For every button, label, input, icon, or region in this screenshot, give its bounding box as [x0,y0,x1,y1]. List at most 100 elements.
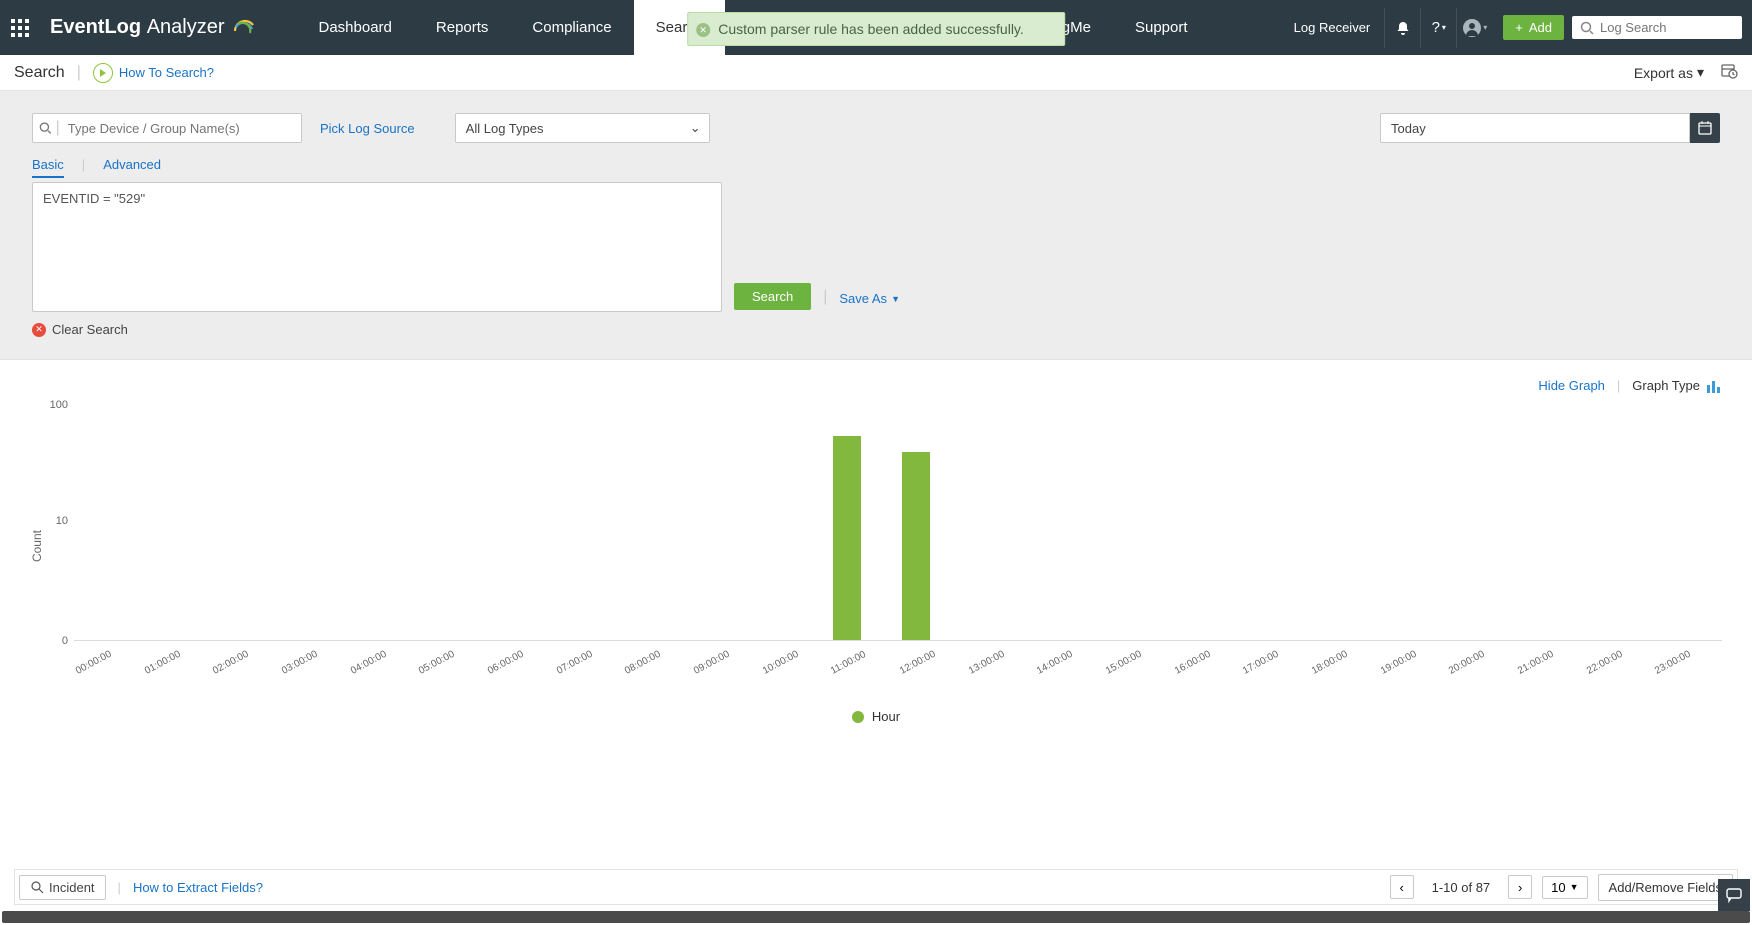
chevron-down-icon: ⌄ [690,120,701,136]
app-logo[interactable]: EventLog Analyzer [40,15,267,41]
y-tick: 100 [50,399,68,411]
toast-message: Custom parser rule has been added succes… [718,21,1024,37]
x-tick: 16:00:00 [1173,635,1239,677]
device-input[interactable] [64,121,295,136]
schedule-icon[interactable] [1720,61,1738,84]
y-axis: 0 10 100 [44,401,74,691]
x-tick: 07:00:00 [555,635,621,677]
plus-icon: + [1515,20,1523,35]
x-tick: 23:00:00 [1653,635,1719,677]
search-button[interactable]: Search [734,283,811,310]
play-icon[interactable] [93,63,113,83]
export-as-dropdown[interactable]: Export as▾ [1634,64,1704,81]
chart-bar[interactable] [902,452,930,640]
log-type-select[interactable]: All Log Types ⌄ [455,113,710,143]
query-input[interactable] [32,182,722,312]
graph-type-dropdown[interactable]: Graph Type [1632,378,1722,393]
legend-marker-icon [852,711,864,723]
chevron-right-icon: › [1518,880,1522,895]
pick-log-source-link[interactable]: Pick Log Source [320,121,415,136]
y-tick: 0 [62,635,68,647]
y-axis-label: Count [30,530,44,562]
bell-icon[interactable] [1385,8,1421,48]
chat-button[interactable] [1718,879,1750,911]
page-title: Search [14,64,65,82]
x-tick: 13:00:00 [967,635,1033,677]
x-tick: 00:00:00 [74,635,140,677]
tab-advanced[interactable]: Advanced [103,157,161,178]
x-tick: 10:00:00 [761,635,827,677]
x-tick: 19:00:00 [1379,635,1445,677]
x-tick: 22:00:00 [1585,635,1651,677]
x-tick: 05:00:00 [417,635,483,677]
results-toolbar: Incident | How to Extract Fields? ‹ 1-10… [14,869,1738,905]
add-button[interactable]: +Add [1503,15,1564,40]
bar-chart-icon [1706,379,1722,393]
hide-graph-link[interactable]: Hide Graph [1538,378,1604,393]
x-tick: 14:00:00 [1035,635,1101,677]
search-icon [39,121,52,135]
chart-legend: Hour [30,691,1722,732]
x-tick: 17:00:00 [1241,635,1307,677]
filter-bar: | Pick Log Source All Log Types ⌄ Today … [0,91,1752,360]
app-name-2: Analyzer [147,16,225,39]
app-name-1: EventLog [50,16,141,39]
search-icon [1580,21,1594,35]
calendar-button[interactable] [1690,113,1720,143]
x-tick: 21:00:00 [1516,635,1582,677]
nav-tab-support[interactable]: Support [1113,0,1210,55]
x-tick: 01:00:00 [143,635,209,677]
nav-tab-dashboard[interactable]: Dashboard [297,0,414,55]
tab-basic[interactable]: Basic [32,157,64,178]
date-range-select[interactable]: Today [1380,113,1690,143]
chart-bar[interactable] [833,436,861,640]
horizontal-scrollbar[interactable] [2,911,1750,923]
x-tick: 03:00:00 [280,635,346,677]
x-tick: 15:00:00 [1104,635,1170,677]
chart-panel: Hide Graph | Graph Type Count 010100 00:… [0,360,1752,732]
incident-button[interactable]: Incident [19,875,106,900]
x-axis: 00:00:0001:00:0002:00:0003:00:0004:00:00… [74,667,1722,678]
sub-header: Search | How To Search? Export as▾ [0,55,1752,91]
nav-tab-reports[interactable]: Reports [414,0,511,55]
apps-grid-icon[interactable] [0,19,40,37]
log-receiver-link[interactable]: Log Receiver [1280,8,1386,48]
x-tick: 18:00:00 [1310,635,1376,677]
chat-icon [1725,886,1743,904]
chevron-left-icon: ‹ [1399,880,1403,895]
chart-plot: 00:00:0001:00:0002:00:0003:00:0004:00:00… [74,401,1722,641]
y-tick: 10 [56,515,68,527]
log-search-input[interactable] [1600,20,1734,35]
search-mode-tabs: Basic | Advanced [32,157,1720,178]
nav-tab-compliance[interactable]: Compliance [510,0,633,55]
log-search-box[interactable] [1572,16,1742,39]
incident-icon [30,880,44,894]
page-size-select[interactable]: 10▼ [1542,876,1587,899]
success-toast: ✕ Custom parser rule has been added succ… [687,12,1065,46]
close-icon: ✕ [32,323,46,337]
chevron-down-icon: ▼ [891,294,900,304]
next-page-button[interactable]: › [1508,875,1532,899]
calendar-icon [1697,120,1713,136]
device-input-wrapper[interactable]: | [32,113,302,143]
page-info: 1-10 of 87 [1424,880,1499,895]
clear-search-link[interactable]: ✕ Clear Search [32,322,1720,337]
x-tick: 06:00:00 [486,635,552,677]
help-icon[interactable]: ?▾ [1421,8,1457,48]
x-tick: 02:00:00 [211,635,277,677]
chevron-down-icon: ▾ [1697,64,1704,81]
user-avatar-icon[interactable]: ▾ [1457,8,1493,48]
close-icon[interactable]: ✕ [696,23,710,37]
x-tick: 20:00:00 [1447,635,1513,677]
x-tick: 11:00:00 [829,635,895,677]
how-to-search-link[interactable]: How To Search? [119,65,214,80]
logo-swirl-icon [231,15,257,41]
legend-label: Hour [872,709,900,724]
x-tick: 04:00:00 [349,635,415,677]
chevron-down-icon: ▼ [1570,882,1579,892]
save-as-dropdown[interactable]: Save As▼ [839,291,900,306]
add-remove-fields-button[interactable]: Add/Remove Fields [1598,874,1733,901]
x-tick: 09:00:00 [692,635,758,677]
prev-page-button[interactable]: ‹ [1390,875,1414,899]
how-to-extract-link[interactable]: How to Extract Fields? [133,880,263,895]
